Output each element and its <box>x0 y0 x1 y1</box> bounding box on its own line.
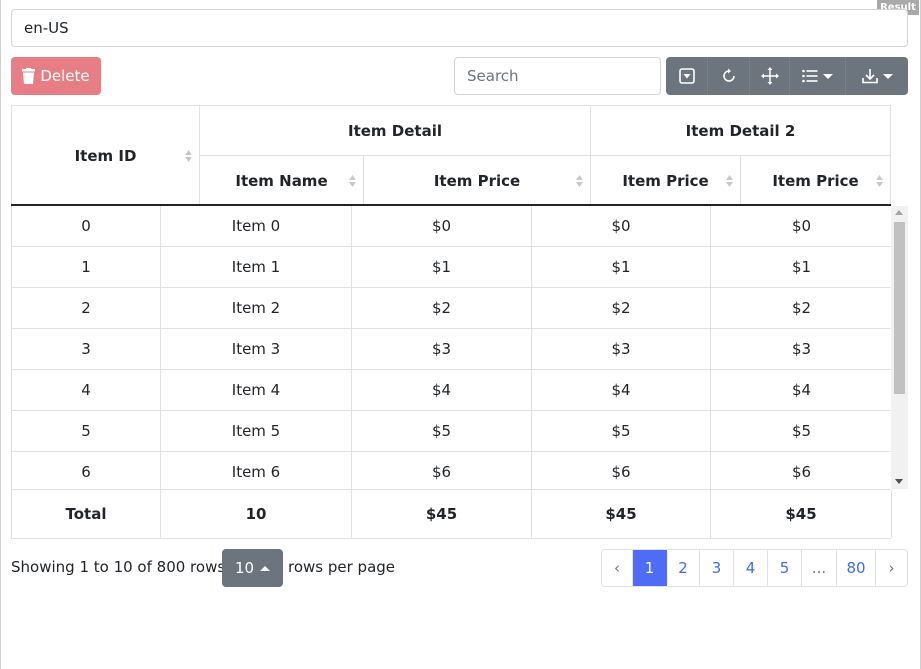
toggle-view-button[interactable] <box>666 57 708 95</box>
pagination: ‹ 1 2 3 4 5 ... 80 › <box>601 549 908 587</box>
cell-item-price: $3 <box>352 329 532 369</box>
trash-icon <box>22 68 36 84</box>
cell-item-price: $3 <box>532 329 711 369</box>
sort-icon <box>876 174 883 187</box>
chevron-down-icon <box>823 73 833 79</box>
export-download-icon <box>861 69 878 84</box>
cell-item-name: Item 0 <box>161 206 352 246</box>
cell-item-price: $1 <box>532 247 711 287</box>
group-header-item-detail-2: Item Detail 2 <box>685 121 796 140</box>
sort-icon <box>726 174 733 187</box>
table-row[interactable]: 1 Item 1 $1 $1 $1 <box>12 247 891 288</box>
refresh-icon <box>722 68 735 82</box>
cell-item-price: $1 <box>791 258 812 276</box>
move-icon <box>760 67 779 85</box>
page-3[interactable]: 3 <box>700 550 734 586</box>
table-header: Item ID Item Detail Item Detail 2 Item N… <box>11 105 891 206</box>
cell-item-id: 1 <box>12 247 161 287</box>
cell-item-price: $2 <box>791 299 812 317</box>
table-body[interactable]: 0 Item 0 $0 $0 $0 1 Item 1 $1 $1 $1 2 It… <box>11 206 891 489</box>
footer-total-price: $45 <box>711 490 892 538</box>
column-header-item-price[interactable]: Item Price <box>364 156 591 205</box>
footer-total-name: 10 <box>161 490 352 538</box>
move-button[interactable] <box>750 57 790 95</box>
column-header-item-price-2[interactable]: Item Price <box>591 156 741 205</box>
cell-item-id: 6 <box>12 452 161 489</box>
delete-label: Delete <box>40 67 90 85</box>
page-next[interactable]: › <box>876 550 907 586</box>
cell-item-id: 0 <box>12 206 161 246</box>
cell-item-price: $5 <box>791 422 812 440</box>
vertical-scrollbar[interactable] <box>891 206 908 489</box>
cell-item-price: $4 <box>532 370 711 410</box>
scroll-thumb[interactable] <box>894 222 905 394</box>
cell-item-price: $6 <box>532 452 711 489</box>
page-1[interactable]: 1 <box>633 550 667 586</box>
sort-icon <box>185 149 192 162</box>
cell-item-price: $5 <box>352 411 532 451</box>
scroll-up-arrow-icon[interactable] <box>895 210 903 215</box>
cell-item-id: 5 <box>12 411 161 451</box>
column-header-item-id[interactable]: Item ID <box>12 106 200 205</box>
search-input[interactable] <box>454 57 661 95</box>
columns-button[interactable] <box>790 57 846 95</box>
table-row[interactable]: 3 Item 3 $3 $3 $3 <box>12 329 891 370</box>
cell-item-id: 4 <box>12 370 161 410</box>
group-header-item-detail: Item Detail <box>200 106 591 155</box>
cell-item-price: $5 <box>532 411 711 451</box>
cell-item-price: $4 <box>352 370 532 410</box>
cell-item-name: Item 6 <box>161 452 352 489</box>
cell-item-name: Item 1 <box>161 247 352 287</box>
cell-item-price: $0 <box>791 217 812 235</box>
table-footer: Total 10 $45 $45 $45 <box>11 489 892 539</box>
table-row[interactable]: 4 Item 4 $4 $4 $4 <box>12 370 891 411</box>
refresh-button[interactable] <box>708 57 750 95</box>
chevron-up-icon <box>260 565 271 571</box>
scroll-down-arrow-icon[interactable] <box>895 479 903 484</box>
table-row[interactable]: 2 Item 2 $2 $2 $2 <box>12 288 891 329</box>
cell-item-price: $0 <box>532 206 711 246</box>
pagination-info: Showing 1 to 10 of 800 rows <box>11 558 226 576</box>
toggle-view-icon <box>678 68 695 84</box>
export-button[interactable] <box>846 57 908 95</box>
rows-per-page-label: rows per page <box>288 558 396 576</box>
page-80[interactable]: 80 <box>837 550 876 586</box>
cell-item-price: $3 <box>791 340 812 358</box>
page-5[interactable]: 5 <box>768 550 802 586</box>
locale-input[interactable] <box>11 9 908 47</box>
table-toolbar <box>666 57 908 95</box>
footer-total-price: $45 <box>352 490 532 538</box>
page-size-value: 10 <box>234 559 255 577</box>
page-prev[interactable]: ‹ <box>602 550 633 586</box>
columns-list-icon <box>802 69 818 83</box>
cell-item-price: $1 <box>352 247 532 287</box>
chevron-down-icon <box>882 73 893 79</box>
sort-icon <box>349 174 356 187</box>
column-header-item-name[interactable]: Item Name <box>200 156 364 205</box>
cell-item-name: Item 3 <box>161 329 352 369</box>
footer-total-label: Total <box>12 490 161 538</box>
table-row[interactable]: 0 Item 0 $0 $0 $0 <box>12 206 891 247</box>
cell-item-price: $4 <box>791 381 812 399</box>
page-size-dropdown[interactable]: 10 <box>222 549 283 587</box>
page-ellipsis[interactable]: ... <box>802 550 837 586</box>
cell-item-id: 2 <box>12 288 161 328</box>
cell-item-price: $2 <box>352 288 532 328</box>
sort-icon <box>576 174 583 187</box>
table-row[interactable]: 6 Item 6 $6 $6 $6 <box>12 452 891 489</box>
cell-item-price: $0 <box>352 206 532 246</box>
table-row[interactable]: 5 Item 5 $5 $5 $5 <box>12 411 891 452</box>
cell-item-price: $2 <box>532 288 711 328</box>
delete-button[interactable]: Delete <box>11 57 101 95</box>
cell-item-id: 3 <box>12 329 161 369</box>
cell-item-name: Item 2 <box>161 288 352 328</box>
cell-item-name: Item 4 <box>161 370 352 410</box>
cell-item-price: $6 <box>791 463 812 481</box>
page-4[interactable]: 4 <box>734 550 768 586</box>
cell-item-name: Item 5 <box>161 411 352 451</box>
footer-total-price: $45 <box>532 490 711 538</box>
page-2[interactable]: 2 <box>667 550 700 586</box>
column-header-item-price-3[interactable]: Item Price <box>741 156 890 205</box>
cell-item-price: $6 <box>352 452 532 489</box>
